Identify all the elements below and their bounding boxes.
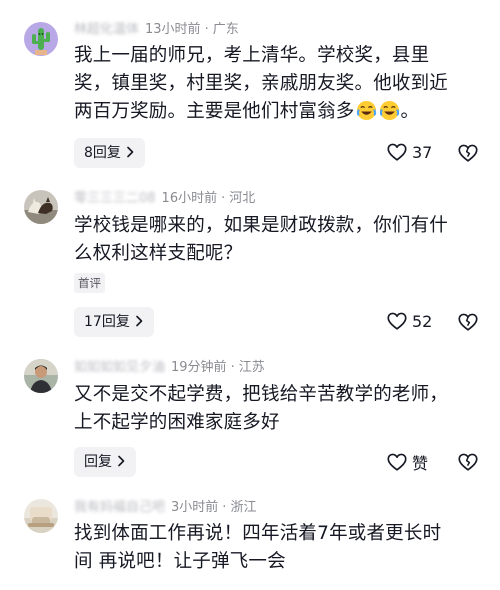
comment-time: 19分钟前 bbox=[171, 360, 227, 375]
view-replies-button[interactable]: 17回复 bbox=[74, 307, 154, 337]
username[interactable]: 我有妈福自己吧 bbox=[74, 500, 165, 515]
comment-time: 16小时前 bbox=[161, 191, 218, 206]
like-button[interactable]: 37 bbox=[386, 141, 432, 165]
like-count: 52 bbox=[412, 311, 433, 331]
comment-text: 找到体面工作再说！四年活着7年或者更长时 间 再说吧！让子弹飞一会 bbox=[74, 523, 442, 572]
comment-location: 江苏 bbox=[238, 360, 265, 375]
broken-heart-icon[interactable] bbox=[457, 142, 479, 164]
like-count: 37 bbox=[412, 142, 433, 162]
like-label: 赞 bbox=[412, 454, 429, 473]
comment-location: 浙江 bbox=[230, 500, 257, 515]
broken-heart-icon[interactable] bbox=[457, 311, 479, 333]
chevron-right-icon bbox=[136, 315, 143, 327]
comment-text: 我上一届的师兄，考上清华。学校奖，县里 奖，镇里奖，村里奖，亲戚朋友奖。他收到近… bbox=[74, 45, 449, 122]
username[interactable]: 林超化温体 bbox=[74, 22, 139, 37]
avatar[interactable] bbox=[24, 190, 58, 224]
chevron-right-icon bbox=[127, 146, 134, 158]
comment-time: 13小时前 bbox=[145, 22, 201, 37]
heart-outline-icon bbox=[387, 143, 407, 161]
comment-meta: 零三三三二08 16小时前 · 河北 bbox=[74, 191, 256, 206]
comment-location: 河北 bbox=[229, 191, 256, 206]
crying-laughing-emoji-icon bbox=[379, 100, 399, 121]
chevron-right-icon bbox=[118, 455, 125, 467]
username[interactable]: 如如如如见夕油 bbox=[74, 360, 165, 375]
reply-button[interactable]: 回复 bbox=[74, 447, 136, 477]
avatar[interactable] bbox=[24, 499, 58, 533]
like-button[interactable]: 赞 bbox=[386, 450, 428, 474]
comment-meta: 我有妈福自己吧 3小时前 · 浙江 bbox=[74, 500, 257, 515]
avatar[interactable] bbox=[24, 359, 58, 393]
comment-text: 又不是交不起学费，把钱给辛苦教学的老师， 上不起学的困难家庭多好 bbox=[74, 384, 449, 433]
broken-heart-icon[interactable] bbox=[457, 451, 479, 473]
username[interactable]: 零三三三二08 bbox=[74, 191, 156, 206]
avatar[interactable] bbox=[24, 22, 58, 56]
comment-meta: 如如如如见夕油 19分钟前 · 江苏 bbox=[74, 360, 265, 375]
view-replies-button[interactable]: 8回复 bbox=[74, 138, 145, 168]
comment-meta: 林超化温体 13小时前 · 广东 bbox=[74, 22, 239, 37]
comment-text: 学校钱是哪来的，如果是财政拨款，你们有什 么权利这样支配呢？ bbox=[74, 215, 449, 264]
heart-outline-icon bbox=[387, 453, 407, 471]
comment-location: 广东 bbox=[212, 22, 239, 37]
comment-time: 3小时前 bbox=[171, 500, 219, 515]
heart-outline-icon bbox=[387, 312, 407, 330]
like-button[interactable]: 52 bbox=[386, 310, 432, 334]
first-comment-badge: 首评 bbox=[74, 273, 105, 293]
crying-laughing-emoji-icon bbox=[356, 100, 376, 121]
